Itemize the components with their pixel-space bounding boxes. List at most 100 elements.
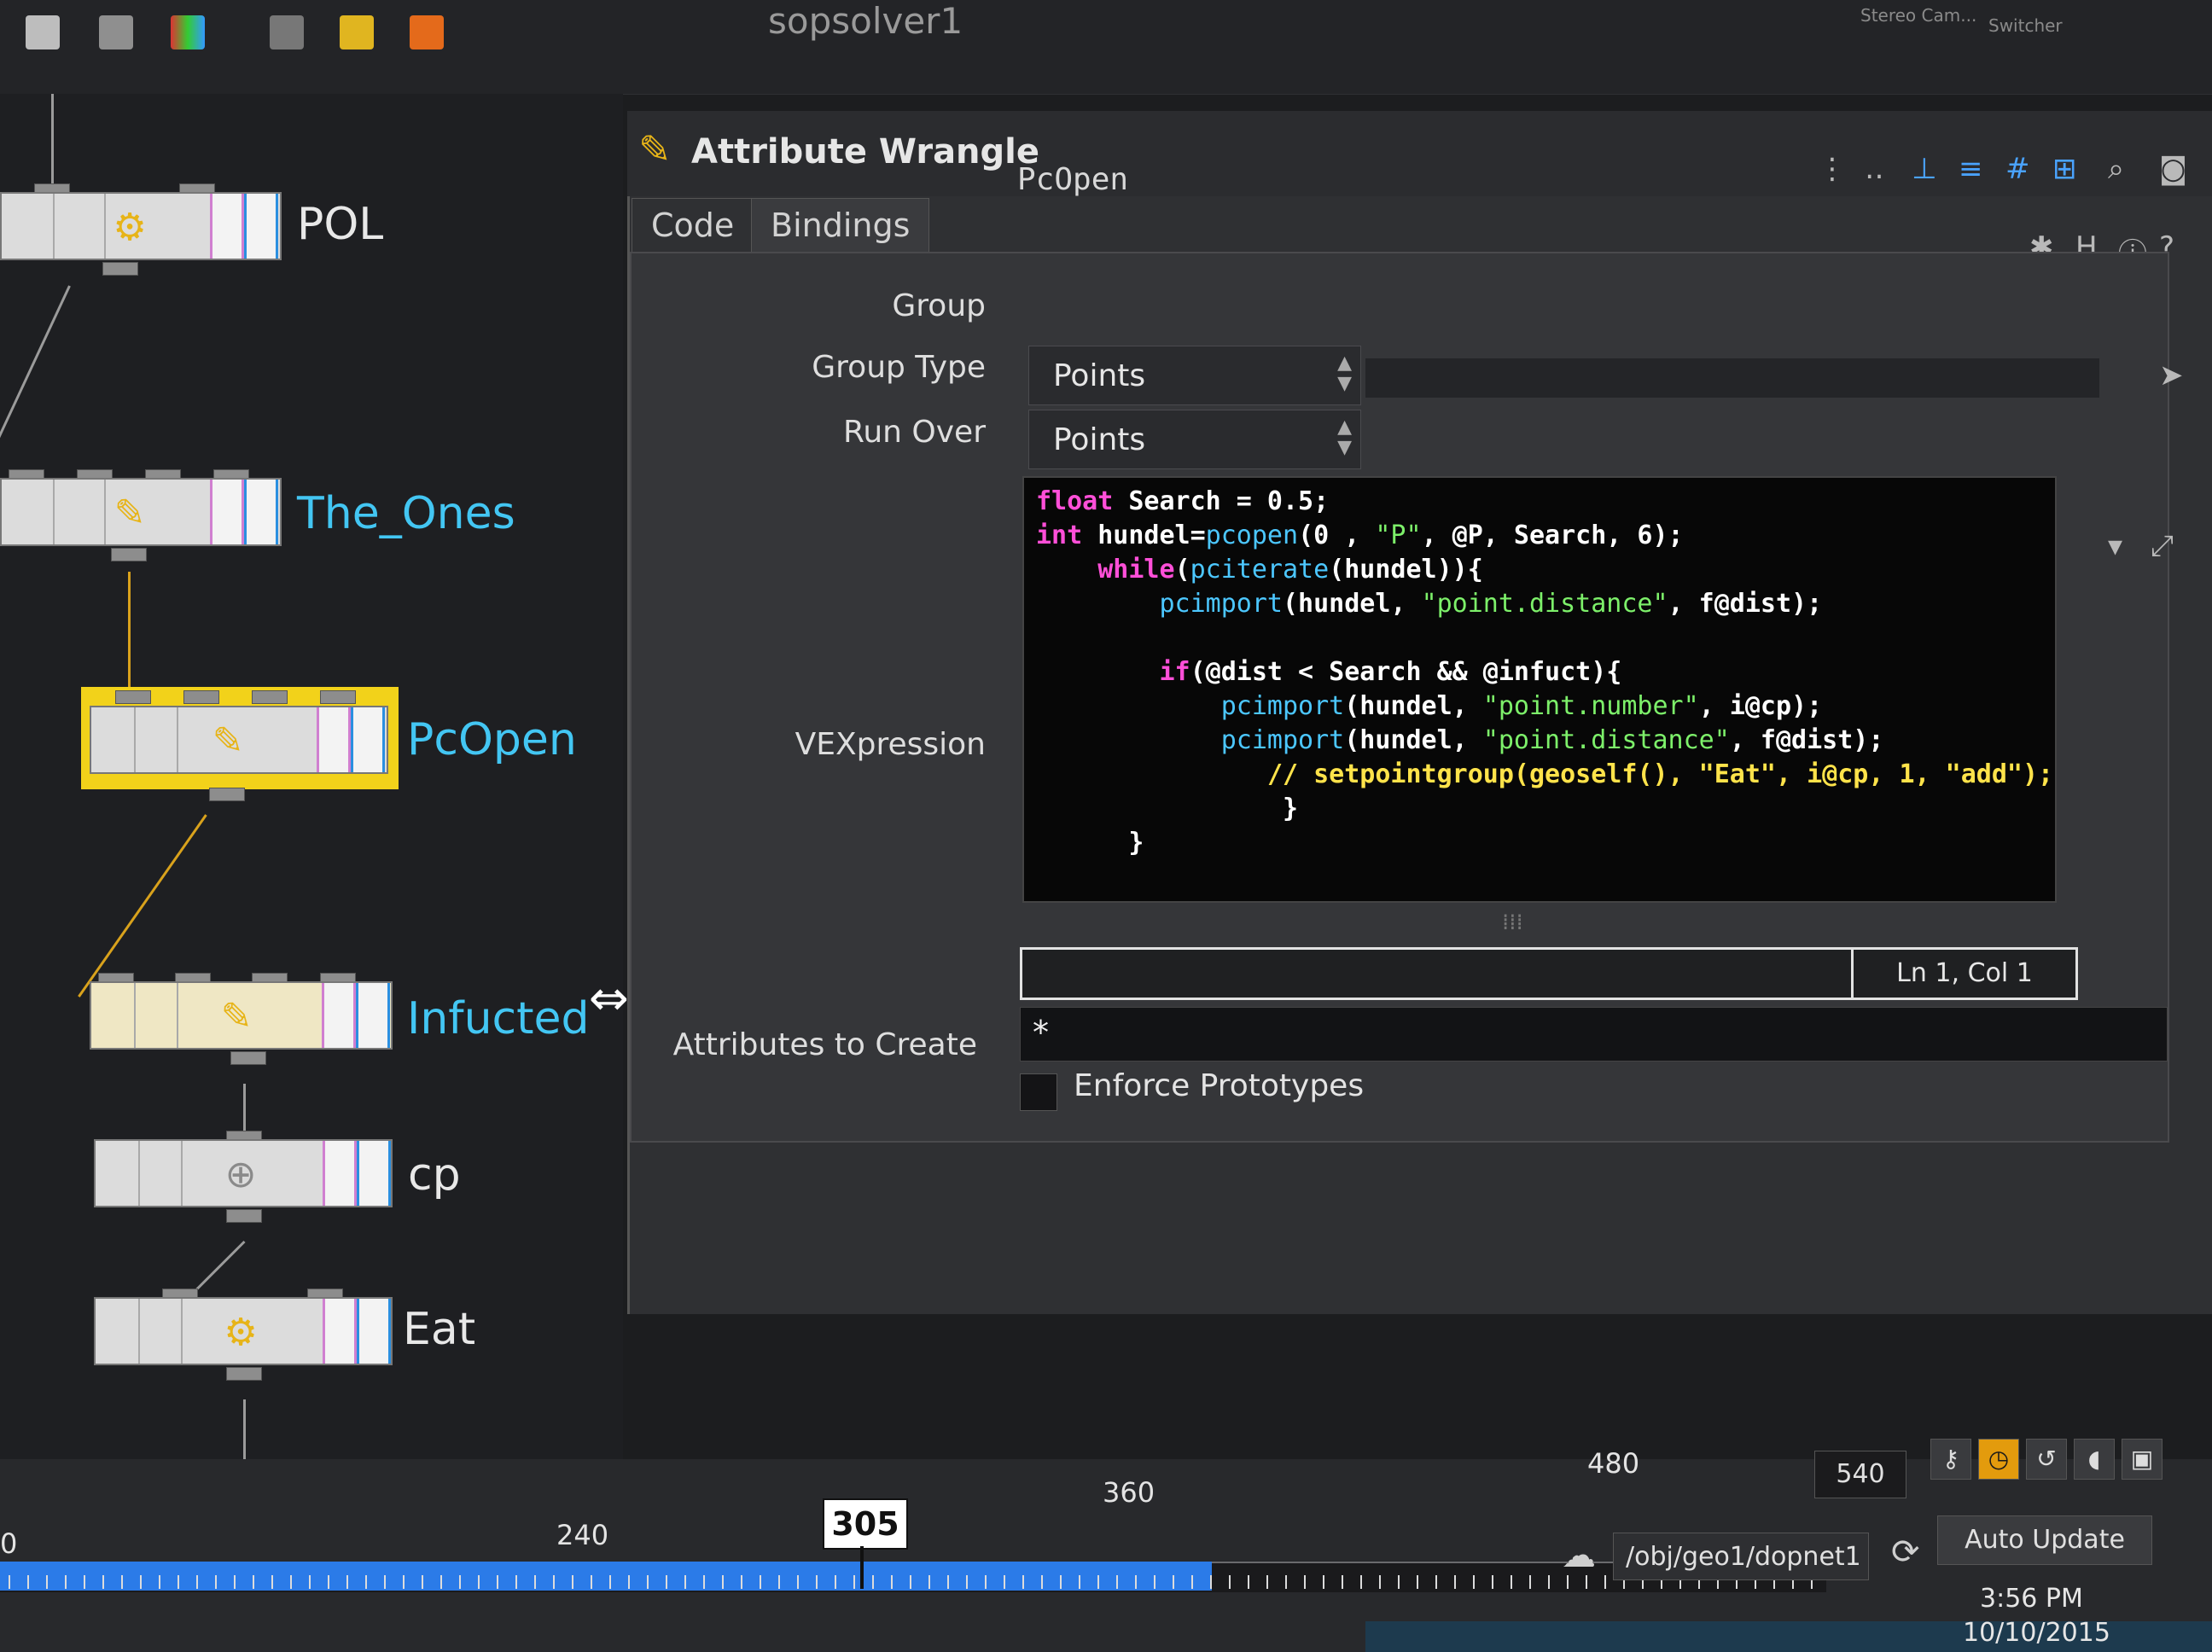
template-flag[interactable] xyxy=(323,1299,357,1364)
layout-icon[interactable] xyxy=(270,15,304,49)
template-flag[interactable] xyxy=(322,983,356,1048)
menu-arrows-icon: ▲ ▼ xyxy=(1337,352,1352,394)
input-port[interactable] xyxy=(183,690,219,704)
output-port[interactable] xyxy=(230,1051,266,1065)
run-over-menu[interactable]: Points ▲ ▼ xyxy=(1028,410,1361,469)
clock-time: 3:56 PM xyxy=(1980,1584,2083,1614)
node-divider xyxy=(134,983,136,1048)
grid-icon[interactable]: # xyxy=(2005,152,2030,186)
vex-code-editor[interactable]: float Search = 0.5; int hundel=pcopen(0 ,… xyxy=(1022,476,2057,903)
group-field[interactable] xyxy=(1028,282,2112,329)
node-pcopen[interactable]: ✎ PcOpen xyxy=(81,687,577,801)
wrangle-icon: ✎ xyxy=(114,492,146,535)
audio-icon[interactable]: ◖ xyxy=(2074,1439,2115,1480)
network-path-title: sopsolver1 xyxy=(768,0,963,42)
output-port[interactable] xyxy=(102,262,138,276)
current-frame-marker[interactable]: 305 xyxy=(823,1498,908,1550)
attributes-to-create-input[interactable]: * xyxy=(1020,1007,2168,1062)
realtime-toggle-icon[interactable]: ◷ xyxy=(1978,1439,2019,1480)
node-body[interactable]: ⊕ xyxy=(94,1139,393,1207)
table-icon[interactable]: ⊞ xyxy=(2052,152,2077,186)
align-icon[interactable]: ⋮ xyxy=(1818,152,1847,186)
display-flag[interactable] xyxy=(357,1141,391,1206)
template-flag[interactable] xyxy=(323,1141,357,1206)
note-icon[interactable] xyxy=(340,15,374,49)
grid-icon[interactable] xyxy=(26,15,60,49)
node-name-title[interactable]: PcOpen xyxy=(1017,162,1128,197)
distribute-icon[interactable]: ≡ xyxy=(1959,152,1983,186)
display-flag[interactable] xyxy=(351,707,385,772)
wire xyxy=(78,814,207,998)
stereo-camera-shelf-label[interactable]: Stereo Cam... xyxy=(1860,5,1976,26)
end-frame-field[interactable]: 540 xyxy=(1814,1451,1906,1498)
pointer-icon[interactable]: ➤ xyxy=(2159,358,2184,393)
wrangle-icon: ✎ xyxy=(220,995,253,1038)
resize-grip-icon[interactable]: ⁞⁞⁞ xyxy=(1502,910,1523,935)
node-body[interactable]: ⚙ xyxy=(94,1297,393,1365)
timeline-tick xyxy=(27,1575,29,1589)
timeline-tick xyxy=(647,1575,649,1589)
display-flag[interactable] xyxy=(356,983,390,1048)
timeline-tick xyxy=(1454,1575,1456,1589)
group-type-menu[interactable]: Points ▲ ▼ xyxy=(1028,346,1361,405)
node-body[interactable]: ⚙ xyxy=(0,192,282,260)
display-flag[interactable] xyxy=(244,480,278,544)
timeline-tick xyxy=(1360,1575,1362,1589)
tab-code[interactable]: Code xyxy=(632,198,754,252)
node-eat[interactable]: ⚙ Eat xyxy=(94,1288,475,1381)
timeline-tick xyxy=(84,1575,85,1589)
wrangle-icon: ✎ xyxy=(212,719,244,763)
template-flag[interactable] xyxy=(317,707,351,772)
node-infucted[interactable]: ✎ Infucted xyxy=(90,973,590,1065)
output-port[interactable] xyxy=(209,788,245,801)
key-icon[interactable]: ⚷ xyxy=(1930,1439,1971,1480)
node-pol[interactable]: ⚙ POL xyxy=(0,183,383,276)
run-over-label: Run Over xyxy=(842,415,986,450)
output-port[interactable] xyxy=(111,548,147,561)
dropdown-icon[interactable]: ▾ xyxy=(2108,529,2122,563)
timeline-tick xyxy=(234,1575,236,1589)
node-body[interactable]: ✎ xyxy=(90,981,393,1050)
network-editor[interactable]: ⚙ POL ✎ The_Ones ✎ PcOpen ✎ Infucted ⊕ c… xyxy=(0,94,623,1587)
timeline-tick xyxy=(1285,1575,1287,1589)
output-port[interactable] xyxy=(226,1367,262,1381)
display-flag[interactable] xyxy=(244,194,278,259)
node-divider xyxy=(138,1141,140,1206)
node-the-ones[interactable]: ✎ The_Ones xyxy=(0,469,515,561)
layout-icon[interactable]: ⊥ xyxy=(1912,152,1937,186)
loop-icon[interactable]: ↺ xyxy=(2026,1439,2067,1480)
spacing-icon[interactable]: ‥ xyxy=(1865,152,1884,186)
timeline-tick xyxy=(1041,1575,1043,1589)
input-port[interactable] xyxy=(252,690,288,704)
switcher-shelf-label[interactable]: Switcher xyxy=(1988,15,2063,36)
network-box-icon[interactable] xyxy=(410,15,444,49)
node-body[interactable]: ✎ xyxy=(0,478,282,546)
template-flag[interactable] xyxy=(210,480,244,544)
node-divider xyxy=(177,707,178,772)
save-icon[interactable] xyxy=(99,15,133,49)
node-cp[interactable]: ⊕ cp xyxy=(94,1131,461,1223)
search-icon[interactable]: ⌕ xyxy=(2108,152,2124,186)
settings-icon[interactable]: ▣ xyxy=(2122,1439,2163,1480)
template-flag[interactable] xyxy=(210,194,244,259)
auto-update-button[interactable]: Auto Update xyxy=(1937,1515,2152,1565)
network-path-field[interactable]: /obj/geo1/dopnet1 xyxy=(1613,1533,1869,1580)
display-flag[interactable] xyxy=(357,1299,391,1364)
tab-bindings[interactable]: Bindings xyxy=(751,198,930,252)
camera-icon[interactable]: ◙ xyxy=(2159,152,2187,186)
node-divider xyxy=(181,1141,183,1206)
timeline-tick xyxy=(985,1575,987,1589)
input-port[interactable] xyxy=(115,690,151,704)
current-frame-line xyxy=(860,1546,864,1589)
timeline-tick xyxy=(1586,1575,1587,1589)
network-icon[interactable]: ☁ xyxy=(1562,1536,1596,1575)
output-port[interactable] xyxy=(226,1209,262,1223)
input-port[interactable] xyxy=(320,690,356,704)
color-palette-icon[interactable] xyxy=(171,15,205,49)
refresh-icon[interactable]: ⟳ xyxy=(1891,1533,1920,1572)
enforce-prototypes-checkbox[interactable] xyxy=(1020,1073,1057,1111)
node-label: cp xyxy=(408,1149,461,1201)
expand-editor-icon[interactable]: ⤢ xyxy=(2151,529,2174,563)
node-label: Infucted xyxy=(407,993,590,1044)
node-body[interactable]: ✎ xyxy=(90,706,388,774)
